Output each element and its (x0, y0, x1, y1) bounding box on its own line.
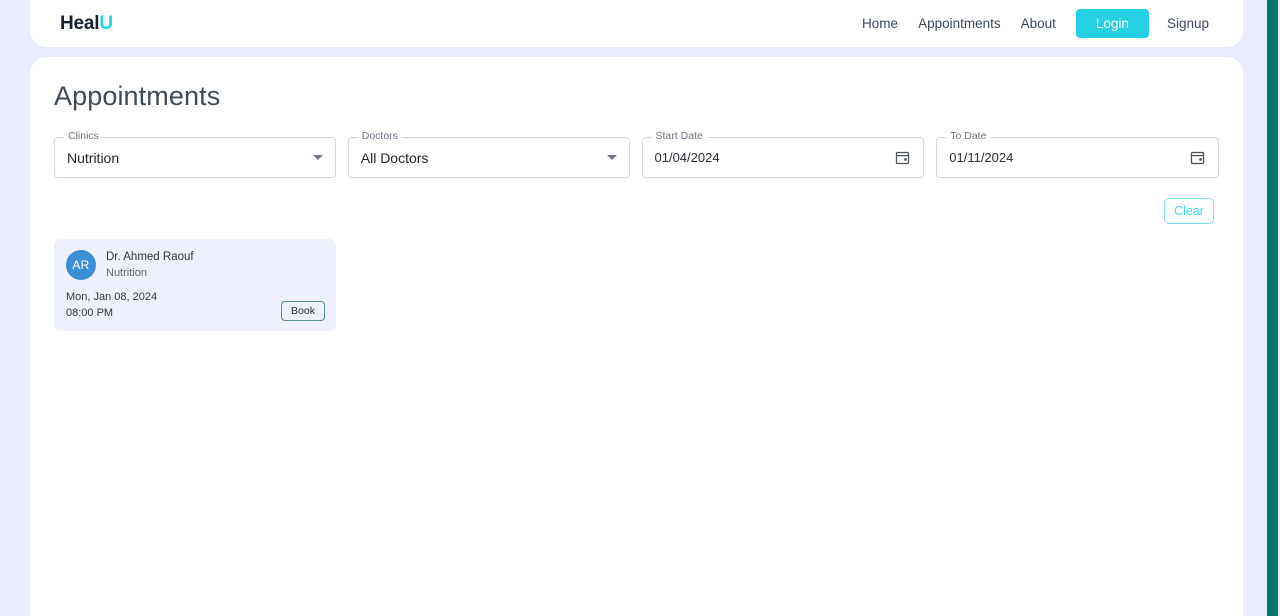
filter-bar: Clinics Nutrition Doctors All Doctors St… (54, 131, 1219, 178)
page-scrollbar-thumb[interactable] (1267, 0, 1278, 616)
top-navigation-bar: HealU Home Appointments About Login Sign… (30, 0, 1243, 47)
avatar: AR (66, 250, 96, 281)
appointment-date: Mon, Jan 08, 2024 (66, 291, 158, 304)
brand-logo[interactable]: HealU (60, 13, 113, 35)
appointment-datetime: Mon, Jan 08, 2024 08:00 PM (66, 290, 157, 321)
chevron-down-icon (312, 155, 323, 160)
chevron-down-icon (606, 155, 617, 160)
appointment-card[interactable]: AR Dr. Ahmed Raouf Nutrition Mon, Jan 08… (54, 239, 336, 331)
clinics-select-value: Nutrition (67, 149, 120, 166)
doctor-name: Dr. Ahmed Raouf (106, 251, 194, 263)
nav-links: Home Appointments About Login Signup (852, 8, 1219, 39)
clinics-select-label: Clinics (64, 131, 103, 142)
appointments-list: AR Dr. Ahmed Raouf Nutrition Mon, Jan 08… (54, 239, 336, 331)
brand-name-main: Heal (60, 12, 100, 34)
to-date-input[interactable]: To Date 01/11/2024 (936, 131, 1219, 178)
to-date-label: To Date (946, 131, 991, 142)
doctor-info: Dr. Ahmed Raouf Nutrition (106, 250, 194, 280)
brand-name-accent: U (99, 12, 113, 34)
page-title: Appointments (54, 81, 221, 111)
app-root: HealU Home Appointments About Login Sign… (0, 0, 1280, 616)
page-scrollbar-track[interactable] (1263, 0, 1280, 616)
book-button[interactable]: Book (281, 301, 325, 321)
start-date-label: Start Date (651, 131, 707, 142)
clinics-select[interactable]: Clinics Nutrition (54, 131, 336, 178)
signup-link[interactable]: Signup (1157, 10, 1219, 37)
doctor-specialty: Nutrition (106, 266, 147, 279)
nav-item-home[interactable]: Home (852, 10, 908, 37)
doctors-select-label: Doctors (357, 131, 402, 142)
calendar-icon[interactable] (1189, 149, 1206, 166)
doctors-select[interactable]: Doctors All Doctors (347, 131, 630, 178)
start-date-value: 01/04/2024 (654, 150, 720, 165)
appointment-card-header: AR Dr. Ahmed Raouf Nutrition (66, 250, 324, 281)
login-button[interactable]: Login (1075, 8, 1149, 39)
nav-item-appointments[interactable]: Appointments (908, 10, 1011, 37)
doctors-select-value: All Doctors (360, 149, 429, 166)
calendar-icon[interactable] (894, 149, 911, 166)
appointment-card-footer: Mon, Jan 08, 2024 08:00 PM Book (66, 290, 325, 321)
main-content-panel: Appointments Clinics Nutrition Doctors A… (30, 57, 1243, 616)
start-date-input[interactable]: Start Date 01/04/2024 (641, 131, 925, 178)
clear-filters-button[interactable]: Clear (1164, 198, 1214, 224)
appointment-time: 08:00 PM (66, 306, 114, 319)
to-date-value: 01/11/2024 (949, 150, 1014, 165)
nav-item-about[interactable]: About (1011, 10, 1066, 37)
